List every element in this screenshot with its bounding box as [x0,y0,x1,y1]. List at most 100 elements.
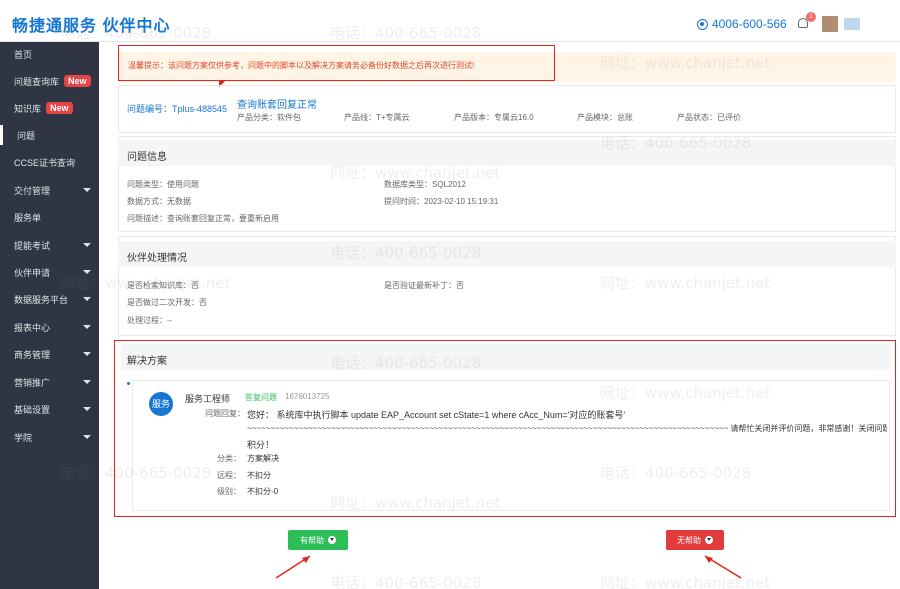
reply-text-3: 积分！ [247,440,275,450]
sidebar-item-marketing[interactable]: 营销推广 [0,372,99,392]
chevron-down-icon [328,536,336,544]
field-value: -- [167,316,173,325]
meta-label: 产品分类： [237,113,277,122]
brand-logo[interactable]: 畅捷通服务 伙伴中心 [12,12,170,36]
sidebar-item-label: 商务管理 [14,349,51,360]
sidebar-item-partner-apply[interactable]: 伙伴申请 [0,262,99,282]
data-mode: 数据方式：无数据 [127,196,191,207]
chevron-down-icon [83,188,91,192]
chevron-down-icon [83,407,91,411]
sidebar-item-reports[interactable]: 报表中心 [0,317,99,337]
meta-label: 产品模块： [577,113,617,122]
field-value: 否 [199,298,207,307]
section-title: 问题信息 [127,152,167,163]
chevron-down-icon [83,380,91,384]
helpful-button[interactable]: 有帮助 [288,530,348,550]
level-label: 级别： [217,487,241,496]
class-value: 方案解决 [247,454,279,463]
field-label: 提问时间： [384,197,424,206]
arrow-icon [704,555,742,579]
arrow-icon [275,555,311,579]
user-name[interactable] [844,18,860,30]
meta-value: 已评价 [717,113,741,122]
sidebar-item-label: 服务单 [14,212,42,223]
answer-tag: 答复问题 [245,393,277,402]
sidebar-item-label: CCSE证书查询 [14,157,76,168]
field-label: 数据方式： [127,197,167,206]
product-category: 产品分类：软件包 [237,112,301,123]
sidebar-item-label: 数据服务平台 [14,294,69,305]
sidebar-item-label: 报表中心 [14,322,51,333]
sidebar-item-issues[interactable]: 问题 [0,125,99,145]
sidebar: 首页 问题查询库 New 知识库 New 问题 CCSE证书查询 交付管理 服务… [0,42,99,589]
field-label: 是否做过二次开发： [127,298,199,307]
reply-text-2: ~~~~~~~~~~~~~~~~~~~~~~~~~~~~~~~~~~~~~~~~… [247,424,887,433]
meta-value: T+专属云 [376,113,410,122]
issue-title[interactable]: 查询账套回复正常 [237,96,317,111]
sidebar-item-label: 提能考试 [14,240,51,251]
not-helpful-button[interactable]: 无帮助 [666,530,724,550]
field-label: 数据库类型： [384,180,432,189]
sidebar-item-delivery[interactable]: 交付管理 [0,180,99,200]
field-value: 否 [191,281,199,290]
sidebar-item-label: 首页 [14,49,33,60]
issue-description: 问题描述：查询账套回复正常，要重新启用 [127,213,279,224]
partner-handling-header [118,241,896,267]
issue-card [118,85,896,133]
meta-label: 产品版本： [454,113,494,122]
sidebar-item-label: 学院 [14,432,33,443]
sidebar-item-label: 基础设置 [14,404,51,415]
answer-id: 1676013725 [285,392,330,401]
sidebar-item-knowledge-base[interactable]: 知识库 New [0,98,99,118]
field-value: 2023-02-10 15:19:31 [424,197,499,206]
section-title: 解决方案 [127,356,167,367]
field-label: 处理过程： [127,316,167,325]
helpful-label: 有帮助 [300,535,324,545]
patch-verified: 是否验证最新补丁：否 [384,280,464,291]
sidebar-item-ccse[interactable]: CCSE证书查询 [0,152,99,172]
engineer-role: 服务工程师 [185,394,231,404]
chevron-down-icon [705,536,713,544]
sidebar-item-settings[interactable]: 基础设置 [0,399,99,419]
highlight-box-tip [118,45,555,81]
meta-value: 专属云16.0 [494,113,534,122]
reply-text-1: 您好： 系统库中执行脚本 update EAP_Account set cSta… [247,410,626,420]
sidebar-item-home[interactable]: 首页 [0,44,99,64]
field-label: 问题类型： [127,180,167,189]
sidebar-item-issue-library[interactable]: 问题查询库 New [0,71,99,91]
sidebar-item-exam[interactable]: 提能考试 [0,235,99,255]
issue-info-header [118,140,896,166]
main-content: 温馨提示：该问题方案仅供参考，问题中的脚本以及解决方案请务必备份好数据之后再次进… [99,42,900,589]
sidebar-item-service-order[interactable]: 服务单 [0,207,99,227]
product-line: 产品线：T+专属云 [344,112,410,123]
meta-label: 产品状态： [677,113,717,122]
chevron-down-icon [83,297,91,301]
sidebar-item-data-platform[interactable]: 数据服务平台 [0,289,99,309]
sidebar-item-business[interactable]: 商务管理 [0,344,99,364]
reply-label: 问题回复： [205,409,245,418]
field-value: SQL2012 [432,180,466,189]
chevron-down-icon [83,325,91,329]
remote-label: 远程： [217,471,241,480]
sidebar-item-label: 营销推广 [14,377,51,388]
chevron-down-icon [83,243,91,247]
field-label: 问题描述： [127,214,167,223]
sidebar-item-label: 问题查询库 [14,76,60,87]
issue-number-value: Tplus-488545 [172,104,228,114]
meta-label: 产品线： [344,113,376,122]
field-label: 是否验证最新补丁： [384,281,456,290]
new-badge: New [46,102,73,114]
class-label: 分类： [217,454,241,463]
not-helpful-label: 无帮助 [677,535,701,545]
field-value: 使用问题 [167,180,199,189]
solution-header [121,344,891,370]
sidebar-item-label: 问题 [17,130,36,141]
sidebar-item-label: 交付管理 [14,185,51,196]
section-title: 伙伴处理情况 [127,253,187,264]
notification-badge: 1 [806,12,816,22]
sidebar-item-academy[interactable]: 学院 [0,427,99,447]
phone-icon [697,18,708,30]
avatar[interactable] [822,16,838,32]
hotline-number: 4006-600-566 [712,17,787,31]
product-module: 产品模块：总账 [577,112,633,123]
